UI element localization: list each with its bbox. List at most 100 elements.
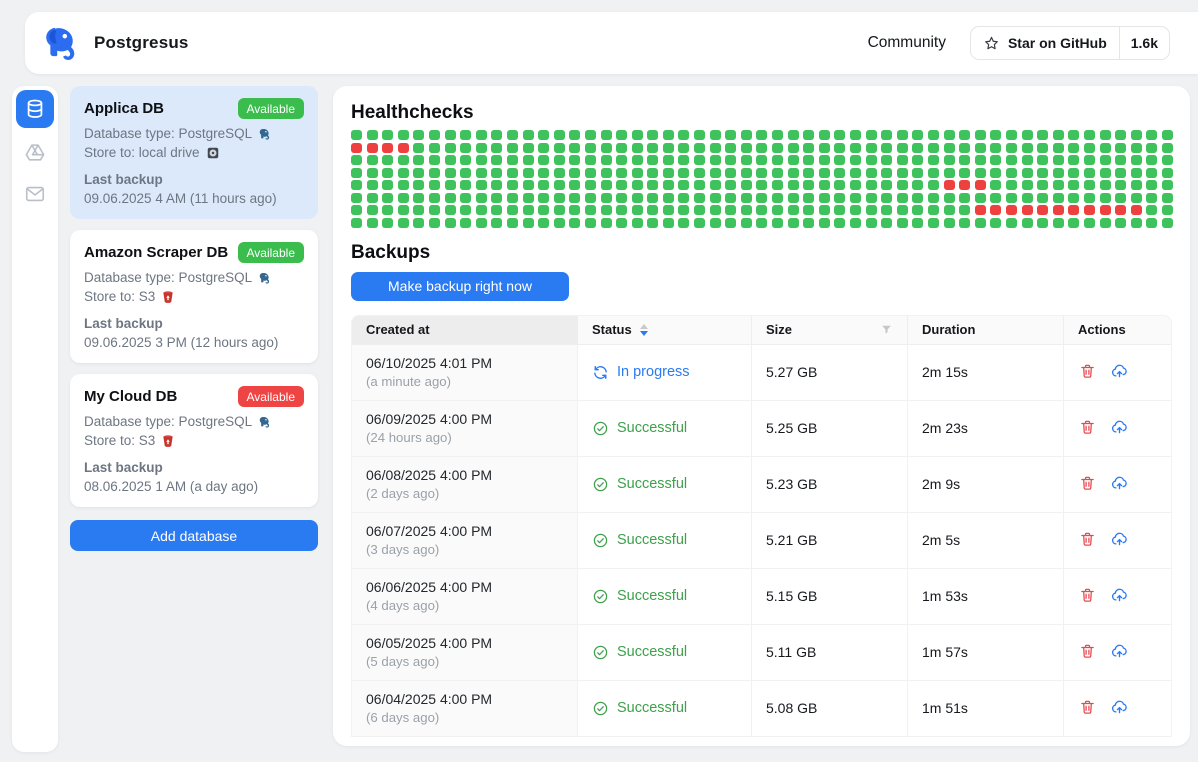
column-header-status[interactable]: Status [578, 315, 752, 345]
make-backup-button[interactable]: Make backup right now [351, 272, 569, 301]
healthcheck-cell [897, 130, 908, 140]
download-backup-button[interactable] [1110, 642, 1128, 660]
backup-created-ago: (2 days ago) [366, 486, 563, 501]
healthcheck-cell [928, 143, 939, 153]
healthcheck-cell [819, 155, 830, 165]
healthcheck-cell [741, 205, 752, 215]
healthcheck-cell [554, 193, 565, 203]
delete-backup-button[interactable] [1078, 362, 1096, 380]
delete-backup-button[interactable] [1078, 474, 1096, 492]
backup-status: Successful [592, 644, 737, 661]
healthcheck-cell [850, 130, 861, 140]
healthcheck-cell [819, 205, 830, 215]
healthcheck-cell [975, 205, 986, 215]
sidebar-item-storage[interactable] [23, 140, 47, 164]
download-backup-button[interactable] [1110, 418, 1128, 436]
check-circle-icon [592, 476, 609, 493]
delete-backup-button[interactable] [1078, 418, 1096, 436]
healthcheck-cell [1006, 168, 1017, 178]
download-backup-button[interactable] [1110, 530, 1128, 548]
backups-title: Backups [351, 242, 1172, 264]
healthcheck-cell [367, 205, 378, 215]
healthcheck-cell [1053, 168, 1064, 178]
healthcheck-cell [460, 193, 471, 203]
download-backup-button[interactable] [1110, 362, 1128, 380]
healthcheck-cell [507, 130, 518, 140]
healthcheck-cell [569, 155, 580, 165]
healthcheck-cell [944, 155, 955, 165]
healthcheck-cell [990, 205, 1001, 215]
healthcheck-cell [1006, 155, 1017, 165]
download-backup-button[interactable] [1110, 586, 1128, 604]
healthcheck-cell [601, 130, 612, 140]
status-badge: Available [238, 98, 304, 119]
healthcheck-cell [429, 218, 440, 228]
healthcheck-cell [710, 130, 721, 140]
healthcheck-cell [632, 143, 643, 153]
healthcheck-cell [398, 180, 409, 190]
healthcheck-cell [554, 218, 565, 228]
healthcheck-cell [772, 218, 783, 228]
healthcheck-cell [678, 130, 689, 140]
healthcheck-cell [897, 143, 908, 153]
backup-status-label: Successful [617, 700, 687, 716]
sidebar-item-databases[interactable] [16, 90, 54, 128]
healthcheck-cell [1100, 130, 1111, 140]
icon-sidebar [12, 86, 58, 752]
sidebar-item-notifications[interactable] [23, 182, 47, 206]
healthcheck-cell [1146, 193, 1157, 203]
healthcheck-cell [507, 180, 518, 190]
healthcheck-cell [1146, 205, 1157, 215]
healthcheck-cell [601, 205, 612, 215]
community-link[interactable]: Community [868, 34, 946, 52]
top-header: Postgresus Community Star on GitHub 1.6k [25, 12, 1198, 74]
healthcheck-cell [1006, 180, 1017, 190]
healthcheck-cell [1100, 180, 1111, 190]
healthchecks-title: Healthchecks [351, 102, 1172, 124]
delete-backup-button[interactable] [1078, 698, 1096, 716]
healthcheck-cell [975, 180, 986, 190]
healthcheck-cell [429, 130, 440, 140]
healthcheck-cell [663, 155, 674, 165]
healthcheck-cell [569, 193, 580, 203]
healthcheck-cell [429, 193, 440, 203]
healthcheck-cell [710, 180, 721, 190]
healthcheck-cell [788, 193, 799, 203]
healthcheck-cell [647, 218, 658, 228]
database-card-amazon-scraper[interactable]: Amazon Scraper DB Available Database typ… [70, 230, 318, 363]
healthcheck-cell [1022, 218, 1033, 228]
sort-icon[interactable] [640, 324, 648, 336]
delete-backup-button[interactable] [1078, 586, 1096, 604]
healthcheck-cell [351, 193, 362, 203]
filter-icon[interactable] [880, 323, 893, 336]
healthcheck-cell [367, 168, 378, 178]
backup-status-label: Successful [617, 476, 687, 492]
healthcheck-cell [413, 205, 424, 215]
store-to-line: Store to: S3 [84, 433, 155, 448]
delete-backup-button[interactable] [1078, 642, 1096, 660]
healthcheck-cell [413, 143, 424, 153]
healthcheck-cell [1053, 180, 1064, 190]
healthcheck-cell [928, 205, 939, 215]
healthcheck-cell [523, 155, 534, 165]
download-backup-button[interactable] [1110, 474, 1128, 492]
healthcheck-cell [1084, 168, 1095, 178]
database-card-my-cloud[interactable]: My Cloud DB Available Database type: Pos… [70, 374, 318, 507]
add-database-button[interactable]: Add database [70, 520, 318, 551]
healthcheck-cell [694, 143, 705, 153]
backup-created-ago: (a minute ago) [366, 374, 563, 389]
healthcheck-cell [413, 168, 424, 178]
healthcheck-cell [507, 143, 518, 153]
star-on-github-button[interactable]: Star on GitHub 1.6k [970, 26, 1170, 60]
healthcheck-cell [866, 155, 877, 165]
healthcheck-cell [850, 143, 861, 153]
delete-backup-button[interactable] [1078, 530, 1096, 548]
download-backup-button[interactable] [1110, 698, 1128, 716]
healthcheck-cell [725, 130, 736, 140]
healthcheck-cell [476, 218, 487, 228]
postgresql-icon [258, 271, 272, 285]
database-card-applica[interactable]: Applica DB Available Database type: Post… [70, 86, 318, 219]
healthcheck-cell [601, 168, 612, 178]
healthcheck-cell [538, 130, 549, 140]
healthcheck-cell [944, 193, 955, 203]
